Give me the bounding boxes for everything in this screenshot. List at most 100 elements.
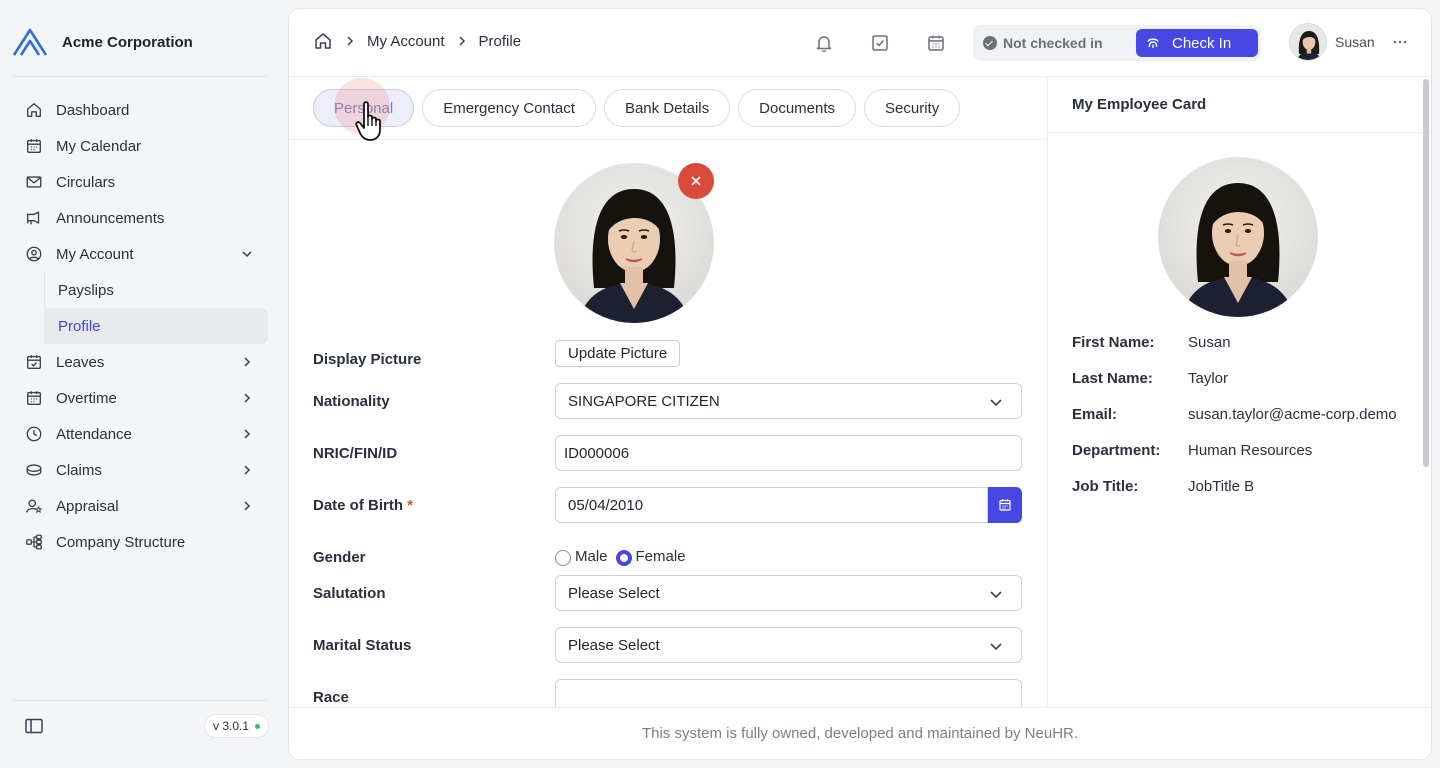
nric-value: ID000006: [564, 444, 630, 462]
sidebar-item-my-calendar[interactable]: My Calendar: [12, 128, 268, 164]
sidebar-item-label: Announcements: [56, 209, 165, 227]
version-badge: v 3.0.1: [204, 714, 270, 738]
marital-status-select[interactable]: Please Select: [555, 627, 1022, 663]
mail-icon: [24, 172, 44, 192]
bell-icon[interactable]: [814, 33, 834, 53]
dob-value: 05/04/2010: [568, 496, 644, 514]
sidebar-item-claims[interactable]: Claims: [12, 452, 268, 488]
chevron-down-icon: [990, 399, 1002, 407]
user-menu[interactable]: Susan: [1289, 23, 1409, 61]
chevron-down-icon: [990, 643, 1002, 651]
main-panel: My Account Profile Not checked in Check …: [288, 8, 1432, 760]
remove-photo-button[interactable]: [678, 163, 714, 199]
org-chart-icon: [24, 532, 44, 552]
sidebar-item-dashboard[interactable]: Dashboard: [12, 92, 268, 128]
info-key: Job Title:: [1072, 478, 1139, 495]
dob-input[interactable]: 05/04/2010: [555, 487, 988, 523]
sidebar-toggle-icon[interactable]: [24, 716, 44, 736]
sidebar-item-overtime[interactable]: Overtime: [12, 380, 268, 416]
chevron-right-icon: [347, 36, 354, 46]
footer: This system is fully owned, developed an…: [289, 707, 1431, 759]
info-value: Susan: [1188, 334, 1231, 351]
sidebar-subitem-profile[interactable]: Profile: [44, 308, 268, 344]
breadcrumb-my-account[interactable]: My Account: [367, 33, 445, 50]
avatar-portrait: [1290, 24, 1326, 60]
info-row-email: Email: susan.taylor@acme-corp.demo: [1072, 406, 1397, 423]
sidebar-item-label: Overtime: [56, 389, 117, 407]
sidebar-item-my-account[interactable]: My Account: [12, 236, 268, 272]
sidebar-item-label: Appraisal: [56, 497, 119, 515]
tab-personal[interactable]: Personal: [313, 89, 415, 127]
scrollbar[interactable]: [1423, 79, 1429, 467]
info-key: Last Name:: [1072, 370, 1153, 387]
gender-option-female[interactable]: Female: [615, 547, 686, 566]
nric-label: NRIC/FIN/ID: [313, 445, 398, 462]
sidebar-nav: Dashboard My Calendar Circulars Announce…: [12, 92, 268, 560]
gender-female-label: Female: [635, 548, 686, 565]
sidebar-item-label: Leaves: [56, 353, 105, 371]
chevron-right-icon: [238, 497, 256, 515]
version-text: v 3.0.1: [213, 719, 250, 733]
home-icon[interactable]: [313, 31, 333, 51]
online-status-dot: [255, 723, 261, 729]
salutation-select[interactable]: Please Select: [555, 575, 1022, 611]
calendar-check-icon: [24, 352, 44, 372]
update-picture-button[interactable]: Update Picture: [555, 340, 681, 367]
chevron-right-icon: [238, 461, 256, 479]
tab-bank-details[interactable]: Bank Details: [603, 89, 731, 127]
sidebar-item-leaves[interactable]: Leaves: [12, 344, 268, 380]
nric-input[interactable]: ID000006: [555, 435, 1022, 471]
date-picker-button[interactable]: [988, 487, 1022, 523]
check-in-label: Check In: [1172, 34, 1232, 52]
nationality-label: Nationality: [313, 393, 390, 410]
task-check-icon[interactable]: [870, 33, 890, 53]
chevron-down-icon[interactable]: [238, 245, 256, 263]
sidebar-subitem-payslips[interactable]: Payslips: [44, 272, 268, 308]
info-row-first-name: First Name: Susan: [1072, 334, 1231, 351]
megaphone-icon: [24, 208, 44, 228]
sidebar-item-announcements[interactable]: Announcements: [12, 200, 268, 236]
close-icon: [691, 176, 701, 186]
required-marker: *: [407, 497, 414, 514]
marital-status-label: Marital Status: [313, 637, 412, 654]
radio-male[interactable]: [555, 550, 571, 566]
employee-card-title: My Employee Card: [1072, 96, 1207, 113]
user-name: Susan: [1335, 34, 1375, 50]
employee-card-photo: [1158, 157, 1318, 317]
salutation-value: Please Select: [568, 584, 660, 602]
sidebar-item-circulars[interactable]: Circulars: [12, 164, 268, 200]
gender-option-male[interactable]: Male: [555, 547, 608, 566]
sidebar-bottom-divider: [12, 700, 268, 701]
tab-emergency-contact[interactable]: Emergency Contact: [422, 89, 596, 127]
sidebar-item-label: Company Structure: [56, 533, 186, 551]
brand[interactable]: Acme Corporation: [12, 26, 193, 58]
user-circle-icon: [24, 244, 44, 264]
chevron-right-icon: [238, 353, 256, 371]
profile-tabs: Personal Emergency Contact Bank Details …: [313, 89, 961, 127]
chevron-down-icon: [990, 591, 1002, 599]
more-horizontal-icon[interactable]: [1391, 33, 1409, 51]
sidebar-item-attendance[interactable]: Attendance: [12, 416, 268, 452]
tab-security[interactable]: Security: [864, 89, 961, 127]
employee-card-divider: [1048, 132, 1431, 133]
clock-icon: [24, 424, 44, 444]
radio-female[interactable]: [615, 550, 632, 566]
gender-label: Gender: [313, 549, 366, 566]
sidebar-item-appraisal[interactable]: Appraisal: [12, 488, 268, 524]
check-in-status-text: Not checked in: [1003, 35, 1103, 51]
info-row-department: Department: Human Resources: [1072, 442, 1312, 459]
nationality-select[interactable]: SINGAPORE CITIZEN: [555, 383, 1022, 419]
sidebar-item-label: Claims: [56, 461, 102, 479]
gender-male-label: Male: [575, 548, 608, 565]
calendar-icon[interactable]: [926, 33, 946, 53]
calendar-icon: [999, 499, 1011, 511]
check-in-button[interactable]: Check In: [1136, 29, 1258, 57]
marital-status-value: Please Select: [568, 636, 660, 654]
tab-documents[interactable]: Documents: [738, 89, 857, 127]
sidebar-item-label: Dashboard: [56, 101, 130, 119]
dob-label-text: Date of Birth: [313, 497, 403, 514]
user-star-icon: [24, 496, 44, 516]
check-in-status: Not checked in: [983, 35, 1103, 51]
calendar-clock-icon: [24, 388, 44, 408]
sidebar-item-company-structure[interactable]: Company Structure: [12, 524, 268, 560]
